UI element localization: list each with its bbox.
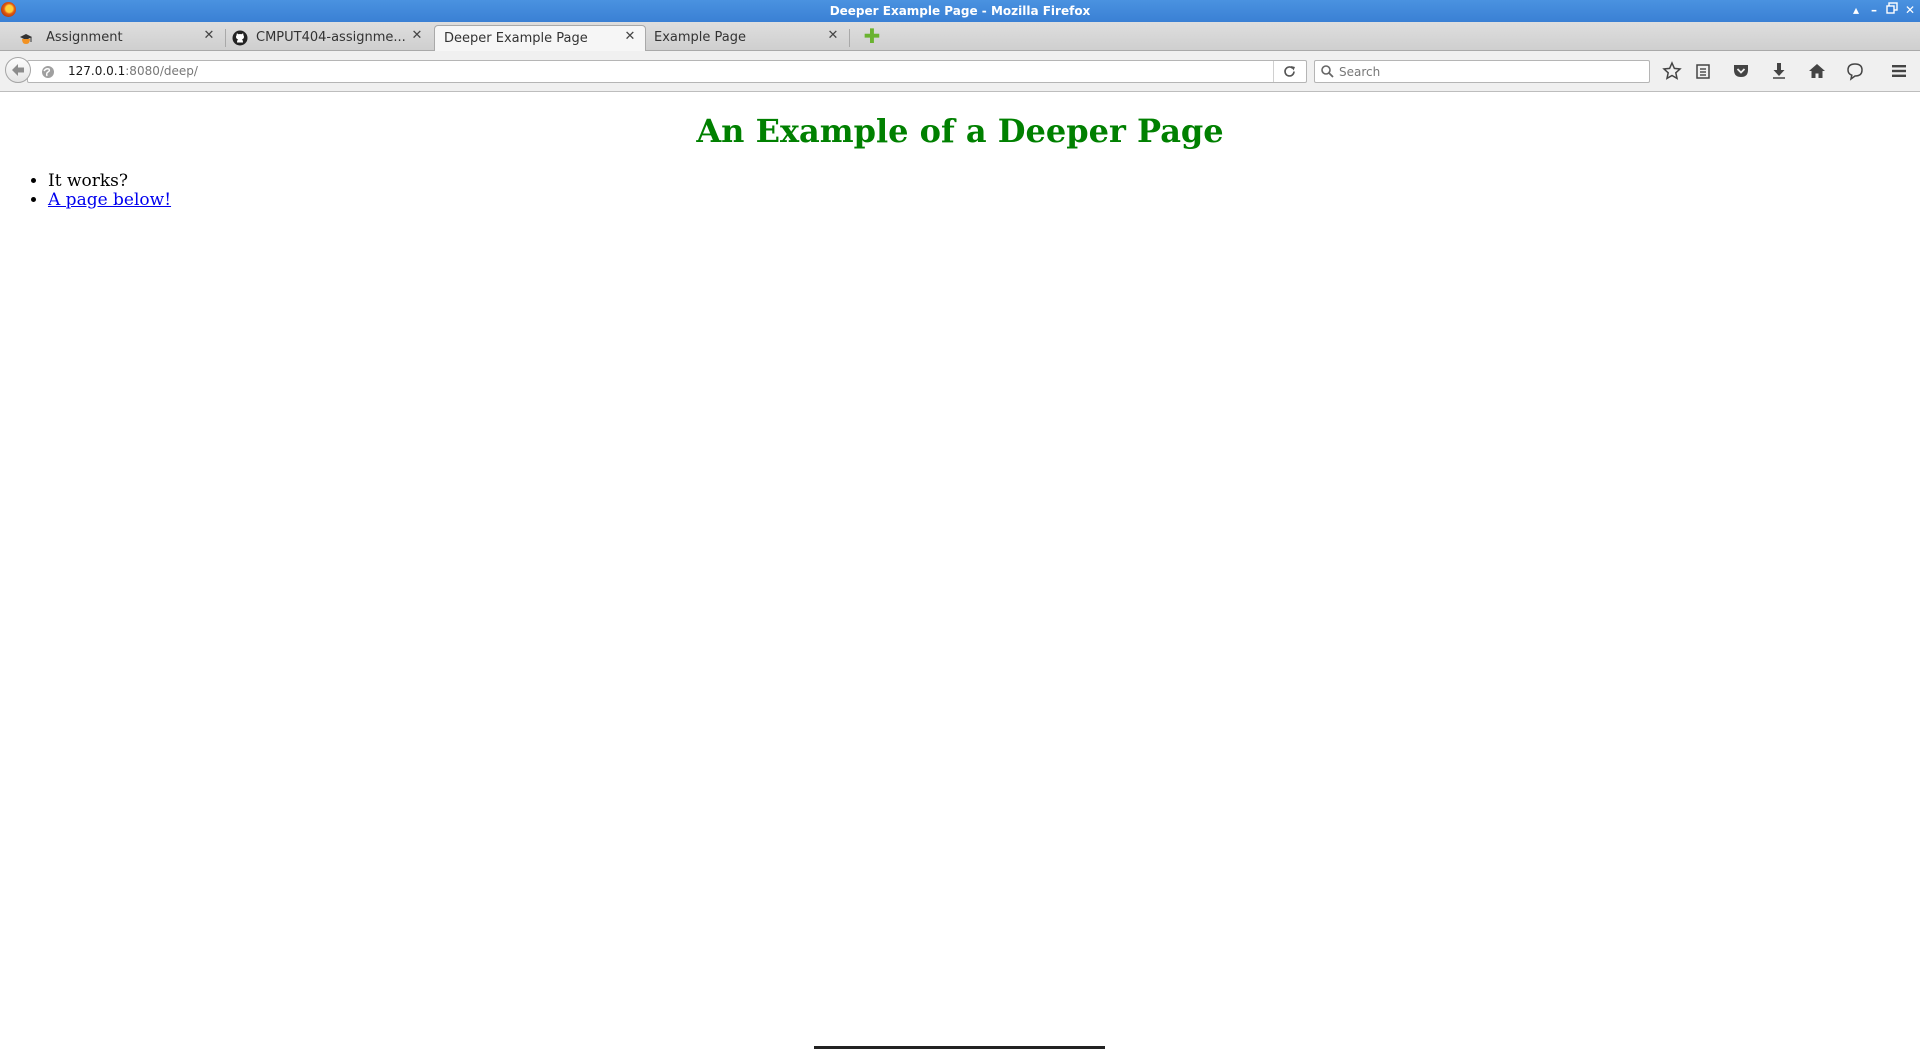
- page-heading: An Example of a Deeper Page: [696, 112, 1224, 150]
- item-list: It works? A page below!: [8, 172, 171, 210]
- back-button[interactable]: [5, 57, 31, 83]
- url-bar[interactable]: 127.0.0.1:8080/deep/: [27, 60, 1307, 83]
- site-info-icon[interactable]: [41, 64, 55, 78]
- url-path: :8080/deep/: [125, 64, 198, 78]
- tab-strip: Assignment ✕ CMPUT404-assignme... ✕ Deep…: [0, 22, 1920, 51]
- list-item: A page below!: [48, 191, 171, 210]
- tab-label: Assignment: [46, 30, 123, 45]
- tab-label: Deeper Example Page: [444, 31, 588, 46]
- tab-example-page[interactable]: Example Page ✕: [648, 25, 850, 50]
- new-tab-button[interactable]: ✚: [862, 26, 882, 47]
- menu-icon[interactable]: [1888, 61, 1910, 81]
- bookmark-star-icon[interactable]: [1661, 61, 1683, 81]
- close-tab-icon[interactable]: ✕: [410, 29, 424, 43]
- window-titlebar: Deeper Example Page - Mozilla Firefox ▴ …: [0, 0, 1920, 22]
- home-icon[interactable]: [1806, 61, 1828, 81]
- url-host: 127.0.0.1: [68, 64, 126, 78]
- github-icon: [232, 30, 248, 46]
- pocket-icon[interactable]: [1730, 61, 1752, 81]
- maximize-icon[interactable]: [1884, 2, 1900, 18]
- tab-label: CMPUT404-assignme...: [256, 30, 406, 45]
- url-text: 127.0.0.1:8080/deep/: [68, 64, 198, 78]
- minimize-icon[interactable]: –: [1866, 2, 1882, 18]
- moodle-icon: [18, 30, 34, 46]
- close-tab-icon[interactable]: ✕: [202, 29, 216, 43]
- reload-icon[interactable]: [1273, 61, 1306, 82]
- search-icon: [1320, 64, 1335, 79]
- window-title: Deeper Example Page - Mozilla Firefox: [829, 4, 1091, 18]
- tab-deeper-example-page[interactable]: Deeper Example Page ✕: [434, 25, 646, 51]
- list-item: It works?: [48, 172, 171, 191]
- tab-label: Example Page: [654, 30, 747, 45]
- close-tab-icon[interactable]: ✕: [826, 29, 840, 43]
- search-bar[interactable]: [1314, 60, 1650, 83]
- chat-icon[interactable]: [1844, 61, 1866, 81]
- downloads-icon[interactable]: [1768, 61, 1790, 81]
- tab-github[interactable]: CMPUT404-assignme... ✕: [226, 25, 432, 50]
- search-input[interactable]: [1339, 62, 1639, 81]
- window-up-icon[interactable]: ▴: [1848, 2, 1864, 18]
- nav-bar: 127.0.0.1:8080/deep/: [0, 51, 1920, 92]
- page-content: An Example of a Deeper Page It works? A …: [0, 92, 1920, 1049]
- close-window-icon[interactable]: ✕: [1902, 2, 1918, 18]
- page-below-link[interactable]: A page below!: [48, 190, 171, 210]
- bookmarks-menu-icon[interactable]: [1692, 61, 1714, 81]
- close-tab-icon[interactable]: ✕: [623, 30, 637, 44]
- tab-assignment[interactable]: Assignment ✕: [0, 25, 226, 50]
- list-item-text: It works?: [48, 171, 129, 191]
